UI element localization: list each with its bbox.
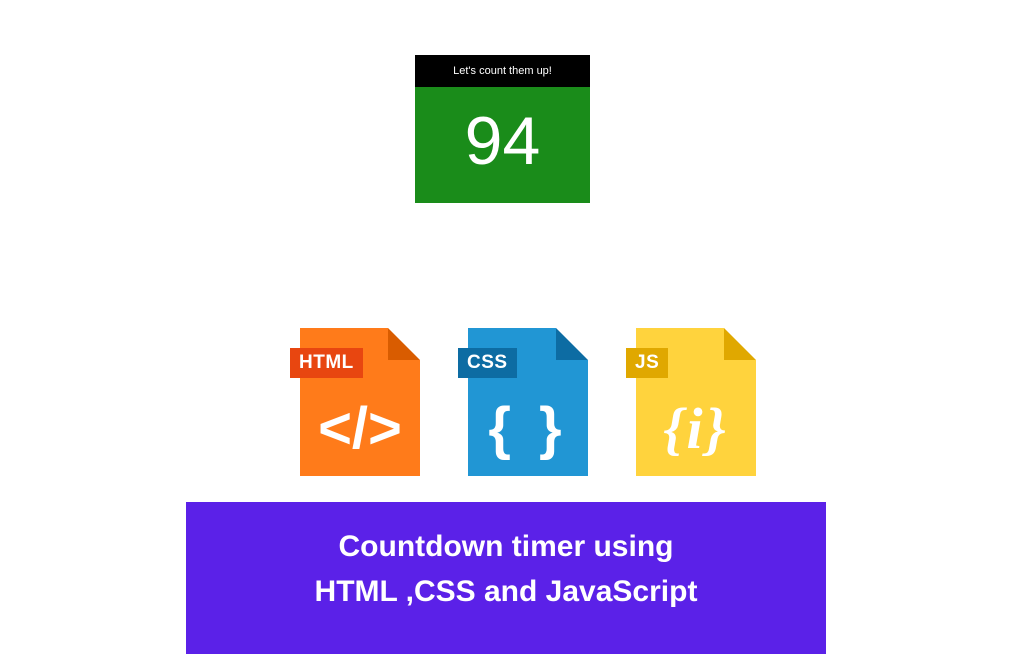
html-file-icon: HTML </> [290,328,420,476]
title-banner: Countdown timer using HTML ,CSS and Java… [186,502,826,654]
js-file-icon: JS {i} [626,328,756,476]
counter-value: 94 [415,87,590,203]
js-braces-icon: {i} [636,400,756,458]
page-fold-icon [724,328,756,360]
banner-line-1: Countdown timer using [206,524,806,569]
file-icons-row: HTML </> CSS { } JS {i} [290,328,756,476]
html-tag-label: HTML [290,348,363,378]
curly-braces-icon: { } [468,400,588,458]
css-tag-label: CSS [458,348,517,378]
page-fold-icon [388,328,420,360]
css-file-icon: CSS { } [458,328,588,476]
js-tag-label: JS [626,348,668,378]
counter-widget: Let's count them up! 94 [415,55,590,203]
code-brackets-icon: </> [300,400,420,458]
banner-line-2: HTML ,CSS and JavaScript [206,569,806,614]
counter-header: Let's count them up! [415,55,590,87]
page-fold-icon [556,328,588,360]
